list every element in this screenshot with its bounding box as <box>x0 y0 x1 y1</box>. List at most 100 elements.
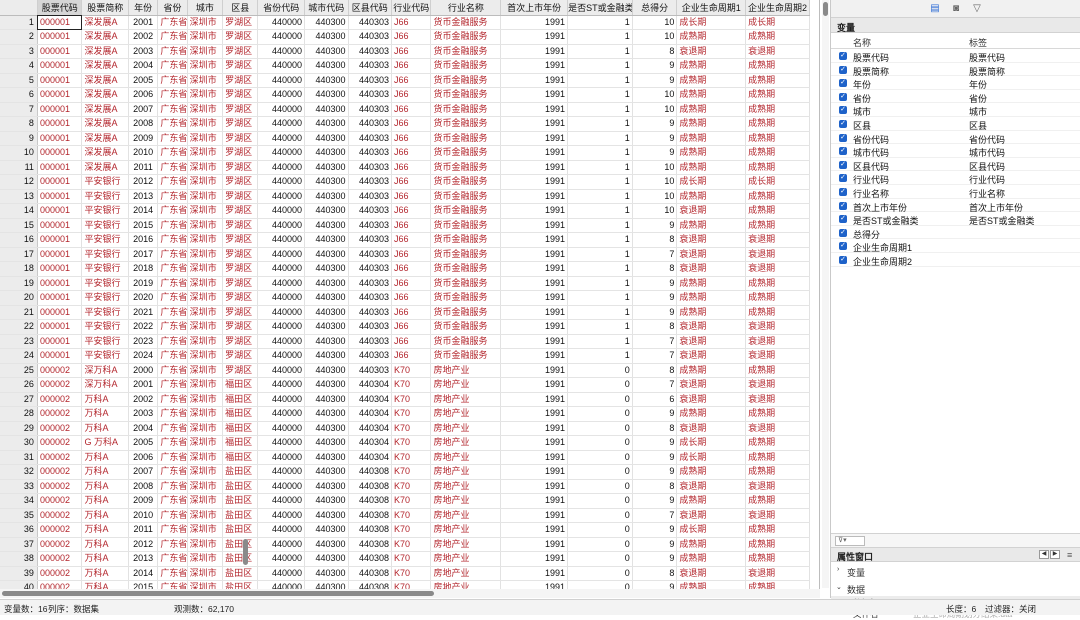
column-header[interactable]: 省份代码 <box>257 0 306 16</box>
table-cell[interactable]: 广东省 <box>157 290 188 306</box>
table-cell[interactable]: 440000 <box>257 131 306 146</box>
table-cell[interactable]: 万科A <box>81 421 129 436</box>
variable-checkbox[interactable]: ✓ <box>839 119 847 128</box>
table-cell[interactable]: 7 <box>632 334 678 349</box>
table-cell[interactable]: 000002 <box>37 377 83 393</box>
table-cell[interactable]: 1 <box>567 87 633 103</box>
table-cell[interactable]: 1 <box>567 305 633 320</box>
table-cell[interactable]: 2012 <box>128 174 159 190</box>
table-cell[interactable]: K70 <box>391 522 432 538</box>
table-cell[interactable]: 广东省 <box>157 87 188 103</box>
table-cell[interactable]: 440303 <box>348 189 393 204</box>
row-number[interactable]: 18 <box>0 261 38 277</box>
table-cell[interactable]: 深圳市 <box>187 160 224 175</box>
table-cell[interactable]: 0 <box>567 406 633 422</box>
table-cell[interactable]: 深发展A <box>81 58 129 74</box>
table-cell[interactable]: 深圳市 <box>187 247 224 262</box>
table-cell[interactable]: 成熟期 <box>745 493 810 509</box>
table-cell[interactable]: 1991 <box>500 261 569 277</box>
table-cell[interactable]: 9 <box>632 116 678 132</box>
row-number[interactable]: 29 <box>0 421 38 436</box>
table-cell[interactable]: 1991 <box>500 508 569 523</box>
table-cell[interactable]: 9 <box>632 73 678 88</box>
filter-input[interactable]: ⊽▾ <box>835 536 865 546</box>
table-cell[interactable]: 1991 <box>500 58 569 74</box>
table-cell[interactable]: 平安银行 <box>81 290 129 306</box>
table-cell[interactable]: 衰退期 <box>676 261 747 277</box>
table-cell[interactable]: 成熟期 <box>745 276 810 291</box>
variable-checkbox[interactable]: ✓ <box>839 187 847 196</box>
table-cell[interactable]: 1991 <box>500 131 569 146</box>
table-cell[interactable]: 1 <box>567 15 633 30</box>
variable-row[interactable]: ✓ 股票代码 股票代码 <box>831 49 1080 63</box>
table-cell[interactable]: 000001 <box>37 261 83 277</box>
table-cell[interactable]: 440303 <box>348 276 393 291</box>
table-cell[interactable]: 衰退期 <box>676 377 747 393</box>
table-cell[interactable]: 盐田区 <box>222 537 259 552</box>
table-cell[interactable]: 成熟期 <box>676 102 747 117</box>
table-cell[interactable]: 广东省 <box>157 363 188 378</box>
table-cell[interactable]: 2004 <box>128 421 159 436</box>
table-cell[interactable]: 440000 <box>257 522 306 538</box>
row-number[interactable]: 13 <box>0 189 38 204</box>
table-cell[interactable]: 深发展A <box>81 44 129 59</box>
table-cell[interactable]: 深万科A <box>81 377 129 393</box>
table-cell[interactable]: K70 <box>391 450 432 465</box>
table-cell[interactable]: 440303 <box>348 58 393 74</box>
table-cell[interactable]: 平安银行 <box>81 247 129 262</box>
table-cell[interactable]: 10 <box>632 15 678 30</box>
variable-checkbox[interactable]: ✓ <box>839 242 847 251</box>
table-cell[interactable]: 货币金融服务 <box>430 131 502 146</box>
table-cell[interactable]: 平安银行 <box>81 319 129 335</box>
table-cell[interactable]: 成长期 <box>745 15 810 30</box>
table-cell[interactable]: 440000 <box>257 551 306 567</box>
table-cell[interactable]: J66 <box>391 44 432 59</box>
table-cell[interactable]: 广东省 <box>157 537 188 552</box>
table-cell[interactable]: 盐田区 <box>222 566 259 581</box>
table-cell[interactable]: 衰退期 <box>676 44 747 59</box>
table-cell[interactable]: 10 <box>632 203 678 219</box>
table-cell[interactable]: 440000 <box>257 145 306 161</box>
table-cell[interactable]: 1 <box>567 44 633 59</box>
row-number[interactable]: 26 <box>0 377 38 393</box>
table-cell[interactable]: 衰退期 <box>745 566 810 581</box>
table-cell[interactable]: 衰退期 <box>745 377 810 393</box>
table-cell[interactable]: 440000 <box>257 102 306 117</box>
table-cell[interactable]: 广东省 <box>157 131 188 146</box>
row-number[interactable]: 19 <box>0 276 38 291</box>
table-cell[interactable]: 罗湖区 <box>222 319 259 335</box>
table-cell[interactable]: 罗湖区 <box>222 218 259 233</box>
table-cell[interactable]: 房地产业 <box>430 363 502 378</box>
table-cell[interactable]: 0 <box>567 479 633 494</box>
table-cell[interactable]: 广东省 <box>157 29 188 45</box>
table-cell[interactable]: 房地产业 <box>430 421 502 436</box>
table-cell[interactable]: 成熟期 <box>676 116 747 132</box>
table-cell[interactable]: 1 <box>567 160 633 175</box>
table-cell[interactable]: 9 <box>632 276 678 291</box>
variable-checkbox[interactable]: ✓ <box>839 174 847 183</box>
row-number[interactable]: 14 <box>0 203 38 219</box>
next-arrow-icon[interactable]: ▶ <box>1050 550 1060 559</box>
table-cell[interactable]: 1 <box>567 203 633 219</box>
row-number[interactable]: 35 <box>0 508 38 523</box>
table-cell[interactable]: 成熟期 <box>676 73 747 88</box>
table-cell[interactable]: 成熟期 <box>676 537 747 552</box>
table-cell[interactable]: K70 <box>391 421 432 436</box>
variable-row[interactable]: ✓ 行业代码 行业代码 <box>831 171 1080 185</box>
table-cell[interactable]: 万科A <box>81 537 129 552</box>
table-cell[interactable]: 成熟期 <box>676 29 747 45</box>
table-cell[interactable]: 房地产业 <box>430 450 502 465</box>
table-cell[interactable]: 深发展A <box>81 87 129 103</box>
table-cell[interactable]: 1991 <box>500 493 569 509</box>
table-cell[interactable]: 衰退期 <box>745 44 810 59</box>
table-cell[interactable]: 9 <box>632 218 678 233</box>
table-cell[interactable]: 440000 <box>257 508 306 523</box>
table-cell[interactable]: 平安银行 <box>81 218 129 233</box>
table-cell[interactable]: 货币金融服务 <box>430 145 502 161</box>
table-cell[interactable]: 深圳市 <box>187 305 224 320</box>
table-cell[interactable]: 000001 <box>37 348 83 364</box>
table-cell[interactable]: 9 <box>632 493 678 509</box>
table-cell[interactable]: 440000 <box>257 44 306 59</box>
table-cell[interactable]: 成熟期 <box>676 363 747 378</box>
row-number[interactable]: 17 <box>0 247 38 262</box>
